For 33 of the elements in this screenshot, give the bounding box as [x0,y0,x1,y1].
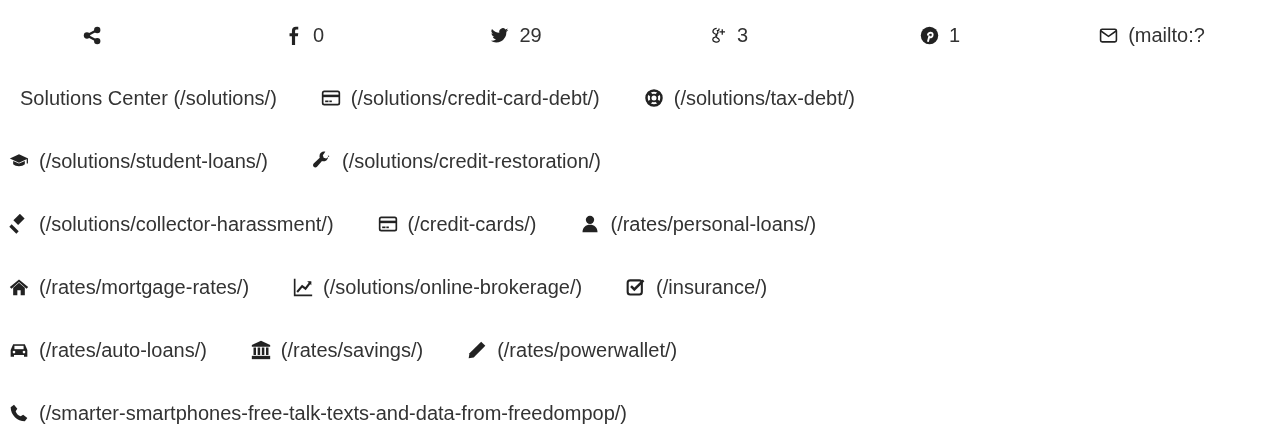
nav-link[interactable]: (/rates/personal-loans/) [580,212,817,236]
share-link[interactable]: 0 [283,23,325,47]
nav-link[interactable]: (/smarter-smartphones-free-talk-texts-and-data-from-freedompop/) [9,401,627,425]
share-link[interactable]: 3 [707,23,749,47]
share-link[interactable]: 1 [919,23,961,47]
bank-icon [250,340,271,360]
nav-link[interactable]: (/rates/mortgage-rates/) [9,275,250,299]
nav-link[interactable]: (/rates/savings/) [250,338,424,362]
nav-link[interactable]: (/insurance/) [626,275,768,299]
pencil-icon [467,340,488,360]
nav-link[interactable]: (/solutions/student-loans/) [9,149,268,173]
nav-link[interactable]: (/solutions/online-brokerage/) [293,275,583,299]
nav-link[interactable]: (/solutions/tax-debt/) [643,86,855,110]
share-icon[interactable] [82,25,102,45]
twitter-icon [490,25,510,45]
nav-link[interactable]: (/credit-cards/) [377,212,537,236]
checkbox-icon [626,277,647,297]
credit-card-icon [377,214,398,234]
line-chart-icon [293,277,314,297]
nav-link[interactable]: (/rates/powerwallet/) [467,338,678,362]
home-icon [9,277,29,297]
credit-card-icon [320,88,341,108]
phone-icon [9,403,29,423]
mail-icon [1099,25,1119,45]
nav-link[interactable]: Solutions Center (/solutions/) [20,86,277,110]
share-link[interactable]: (mailto:? [1099,23,1205,47]
share-link[interactable]: 29 [490,23,542,47]
nav-link[interactable]: (/solutions/credit-card-debt/) [320,86,600,110]
lifebuoy-icon [643,88,664,108]
nav-link[interactable]: (/solutions/collector-harassment/) [9,212,334,236]
nav-link[interactable]: (/rates/auto-loans/) [9,338,207,362]
pinterest-icon [919,25,939,45]
nav-link[interactable]: (/solutions/credit-restoration/) [312,149,601,173]
